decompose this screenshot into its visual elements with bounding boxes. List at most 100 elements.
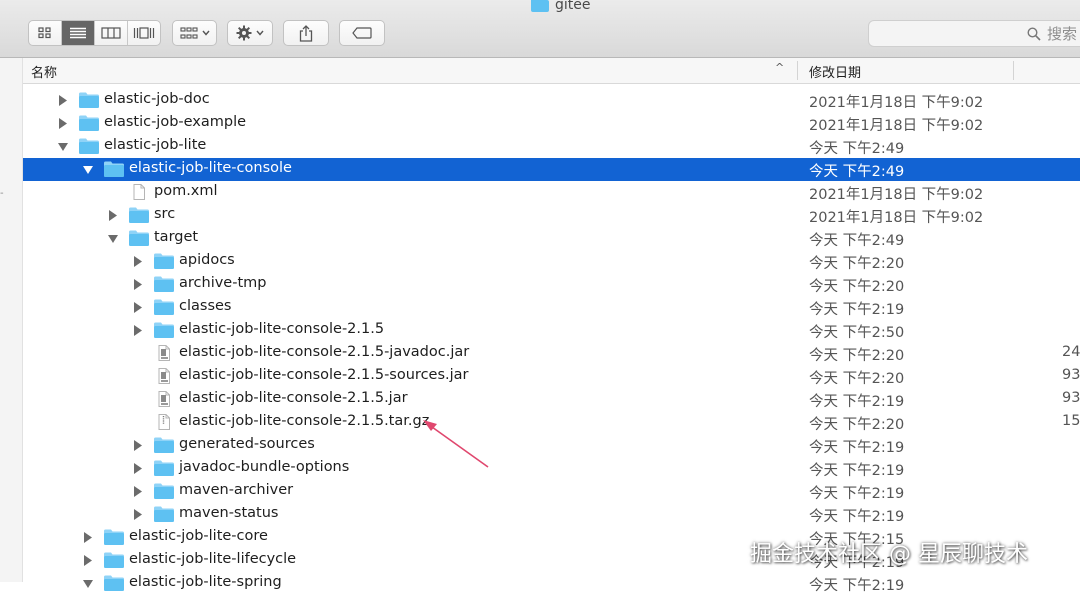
folder-row[interactable]: javadoc-bundle-options 今天 下午2:19 <box>23 457 1080 480</box>
search-icon <box>1027 26 1041 41</box>
folder-icon <box>154 276 174 292</box>
name-column-header[interactable]: 名称 <box>31 62 57 81</box>
folder-row[interactable]: elastic-job-example 2021年1月18日 下午9:02 <box>23 112 1080 135</box>
folder-row[interactable]: elastic-job-lite 今天 下午2:49 <box>23 135 1080 158</box>
icon-view-button[interactable] <box>29 21 62 45</box>
group-by-button[interactable] <box>172 20 217 46</box>
folder-row[interactable]: elastic-job-lite-console 今天 下午2:49 <box>23 158 1080 181</box>
item-name: elastic-job-lite-lifecycle <box>129 551 297 567</box>
disclosure-expanded-icon[interactable] <box>83 164 93 175</box>
folder-row[interactable]: maven-archiver 今天 下午2:19 <box>23 480 1080 503</box>
folder-row[interactable]: elastic-job-doc 2021年1月18日 下午9:02 <box>23 89 1080 112</box>
archive-file-icon <box>158 414 170 430</box>
column-view-button[interactable] <box>95 21 128 45</box>
item-date-modified: 今天 下午2:20 <box>809 348 905 364</box>
finder-toolbar: gitee 搜索 <box>0 0 1080 58</box>
item-name: elastic-job-lite <box>104 137 207 153</box>
disclosure-expanded-icon[interactable] <box>58 141 68 152</box>
folder-row[interactable]: generated-sources 今天 下午2:19 <box>23 434 1080 457</box>
item-size: 15. <box>1062 413 1080 429</box>
file-row[interactable]: elastic-job-lite-console-2.1.5-javadoc.j… <box>23 342 1080 365</box>
item-name: elastic-job-example <box>104 114 247 130</box>
column-divider[interactable] <box>1013 61 1014 80</box>
folder-row[interactable]: target 今天 下午2:49 <box>23 227 1080 250</box>
item-date-modified: 今天 下午2:19 <box>809 463 905 479</box>
view-mode-segmented-control <box>28 20 161 46</box>
item-date-modified: 2021年1月18日 下午9:02 <box>809 95 984 111</box>
disclosure-collapsed-icon[interactable] <box>133 325 143 336</box>
file-row[interactable]: elastic-job-lite-console-2.1.5.tar.gz 今天 … <box>23 411 1080 434</box>
folder-icon <box>154 253 174 269</box>
columns-icon <box>101 27 121 39</box>
folder-row[interactable]: src 2021年1月18日 下午9:02 <box>23 204 1080 227</box>
item-name: elastic-job-lite-console-2.1.5 <box>179 321 385 337</box>
folder-icon <box>104 529 124 545</box>
disclosure-collapsed-icon[interactable] <box>108 210 118 221</box>
item-name: elastic-job-lite-console-2.1.5.tar.gz <box>179 413 430 429</box>
folder-icon <box>154 437 174 453</box>
action-menu-button[interactable] <box>227 20 273 46</box>
group-icon <box>179 27 198 39</box>
item-name: elastic-job-lite-spring <box>129 574 282 590</box>
search-field[interactable]: 搜索 <box>868 20 1080 47</box>
item-date-modified: 2021年1月18日 下午9:02 <box>809 210 984 226</box>
file-row[interactable]: elastic-job-lite-console-2.1.5.jar 今天 下午2… <box>23 388 1080 411</box>
folder-icon <box>104 552 124 568</box>
item-size: 93 <box>1062 390 1080 406</box>
disclosure-collapsed-icon[interactable] <box>133 509 143 520</box>
item-name: elastic-job-lite-console-2.1.5.jar <box>179 390 408 406</box>
folder-icon <box>531 0 549 12</box>
item-date-modified: 今天 下午2:20 <box>809 417 905 433</box>
disclosure-collapsed-icon[interactable] <box>83 555 93 566</box>
tags-button[interactable] <box>339 20 385 46</box>
sidebar-mark: - <box>0 188 4 199</box>
disclosure-collapsed-icon[interactable] <box>58 118 68 129</box>
sort-ascending-icon[interactable]: ^ <box>775 61 784 74</box>
folder-icon <box>129 207 149 223</box>
folder-row[interactable]: elastic-job-lite-spring 今天 下午2:19 <box>23 572 1080 595</box>
item-date-modified: 今天 下午2:19 <box>809 440 905 456</box>
watermark: 掘金技术社区 @ 星辰聊技术 <box>750 542 1028 567</box>
item-date-modified: 今天 下午2:49 <box>809 141 905 157</box>
disclosure-collapsed-icon[interactable] <box>58 95 68 106</box>
folder-row[interactable]: classes 今天 下午2:19 <box>23 296 1080 319</box>
file-row[interactable]: elastic-job-lite-console-2.1.5-sources.j… <box>23 365 1080 388</box>
folder-icon <box>154 322 174 338</box>
search-placeholder: 搜索 <box>1047 25 1078 43</box>
disclosure-collapsed-icon[interactable] <box>133 279 143 290</box>
chevron-down-icon <box>256 30 264 36</box>
disclosure-collapsed-icon[interactable] <box>133 256 143 267</box>
item-name: target <box>154 229 199 245</box>
jar-file-icon <box>158 368 170 384</box>
folder-row[interactable]: apidocs 今天 下午2:20 <box>23 250 1080 273</box>
folder-icon <box>104 161 124 177</box>
item-date-modified: 今天 下午2:19 <box>809 486 905 502</box>
disclosure-collapsed-icon[interactable] <box>133 302 143 313</box>
item-name: maven-status <box>179 505 279 521</box>
item-date-modified: 今天 下午2:49 <box>809 233 905 249</box>
date-modified-column-header[interactable]: 修改日期 <box>809 62 861 81</box>
item-name: elastic-job-lite-console <box>129 160 292 176</box>
folder-icon <box>129 230 149 246</box>
disclosure-expanded-icon[interactable] <box>108 233 118 244</box>
gallery-view-button[interactable] <box>128 21 160 45</box>
window-title-text: gitee <box>555 0 591 13</box>
item-name: classes <box>179 298 232 314</box>
item-date-modified: 2021年1月18日 下午9:02 <box>809 187 984 203</box>
item-name: archive-tmp <box>179 275 267 291</box>
disclosure-collapsed-icon[interactable] <box>133 463 143 474</box>
list-view-button[interactable] <box>62 21 95 45</box>
folder-row[interactable]: archive-tmp 今天 下午2:20 <box>23 273 1080 296</box>
disclosure-expanded-icon[interactable] <box>83 578 93 589</box>
disclosure-collapsed-icon[interactable] <box>83 532 93 543</box>
column-divider[interactable] <box>797 61 798 80</box>
jar-file-icon <box>158 391 170 407</box>
file-row[interactable]: pom.xml 2021年1月18日 下午9:02 <box>23 181 1080 204</box>
disclosure-collapsed-icon[interactable] <box>133 486 143 497</box>
disclosure-collapsed-icon[interactable] <box>133 440 143 451</box>
item-date-modified: 今天 下午2:19 <box>809 394 905 410</box>
folder-icon <box>79 92 99 108</box>
share-button[interactable] <box>283 20 329 46</box>
folder-row[interactable]: elastic-job-lite-console-2.1.5 今天 下午2:50 <box>23 319 1080 342</box>
folder-row[interactable]: maven-status 今天 下午2:19 <box>23 503 1080 526</box>
